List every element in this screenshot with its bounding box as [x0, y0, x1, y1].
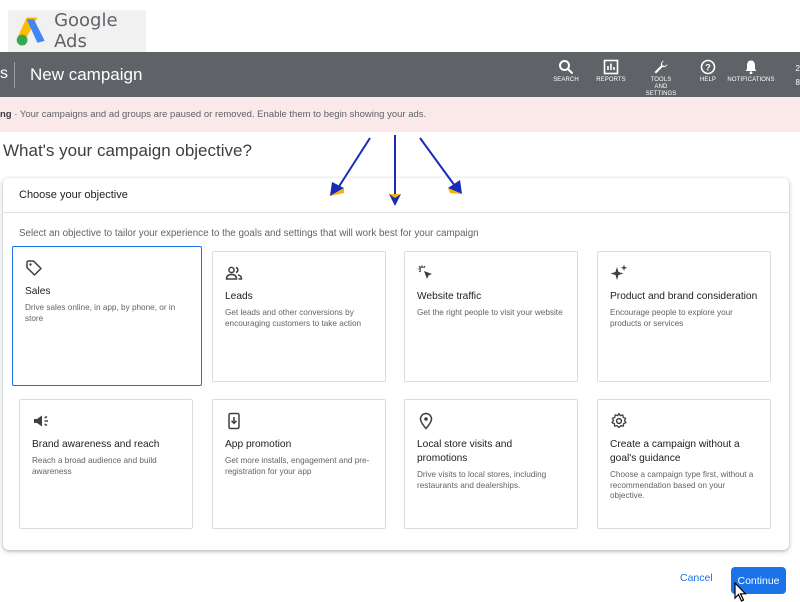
search-icon: [559, 60, 574, 75]
tile-desc: Reach a broad audience and build awarene…: [32, 456, 157, 476]
breadcrumb-fragment[interactable]: s: [0, 65, 8, 83]
top-header: s New campaign SEARCH REPORTS TOOLS AND …: [0, 52, 800, 97]
objective-tile-website-traffic[interactable]: Website traffic Get the right people to …: [404, 251, 578, 382]
location-pin-icon: [419, 412, 433, 430]
tile-desc: Get leads and other conversions by encou…: [225, 308, 362, 328]
sparkle-icon: [610, 264, 628, 280]
objective-heading: What's your campaign objective?: [3, 141, 252, 160]
tile-name: Brand awareness and reach: [32, 439, 160, 450]
header-divider: [14, 62, 15, 88]
nav-notifications-label: NOTIFICATIONS: [727, 77, 775, 83]
objective-tile-sales[interactable]: Sales Drive sales online, in app, by pho…: [12, 246, 202, 386]
help-icon: ?: [700, 59, 716, 75]
cancel-button[interactable]: Cancel: [680, 572, 713, 584]
google-ads-logo-icon: [16, 17, 45, 46]
nav-reports-label: REPORTS: [596, 77, 626, 83]
tile-name: Product and brand consideration: [610, 291, 758, 302]
wrench-icon: [654, 60, 668, 74]
mouse-cursor-icon: [734, 582, 747, 602]
phone-app-icon: [228, 412, 240, 430]
objective-tile-leads[interactable]: Leads Get leads and other conversions by…: [212, 251, 386, 382]
tile-name: Sales: [25, 286, 51, 297]
alert-text: · Your campaigns and ad groups are pause…: [11, 109, 427, 120]
objective-tile-app-promotion[interactable]: App promotion Get more installs, engagem…: [212, 399, 386, 529]
gear-icon: [611, 412, 627, 429]
tile-name: Website traffic: [417, 291, 482, 302]
tile-name: Local store visits and promotions: [417, 439, 513, 464]
tile-desc: Drive visits to local stores, including …: [417, 470, 547, 490]
alert-bold: ng: [0, 109, 12, 120]
svg-text:?: ?: [705, 63, 711, 73]
tile-desc: Encourage people to explore your product…: [610, 308, 733, 328]
tile-desc: Get the right people to visit your websi…: [417, 308, 563, 317]
tile-desc: Get more installs, engagement and pre-re…: [225, 456, 370, 476]
megaphone-icon: [34, 415, 48, 427]
objective-tile-no-goal[interactable]: Create a campaign without a goal's guida…: [597, 399, 771, 529]
objective-card: Choose your objective Select an objectiv…: [3, 178, 789, 550]
account-fragment-2: 8: [795, 78, 800, 87]
objective-tile-product-brand[interactable]: Product and brand consideration Encourag…: [597, 251, 771, 382]
reports-icon: [603, 59, 619, 75]
page-title: New campaign: [30, 65, 143, 84]
objective-tile-brand-awareness[interactable]: Brand awareness and reach Reach a broad …: [19, 399, 193, 529]
bell-icon: [745, 60, 757, 75]
card-description: Select an objective to tailor your exper…: [19, 228, 479, 239]
tag-icon: [26, 260, 42, 276]
people-icon: [225, 266, 243, 280]
card-divider: [3, 212, 789, 213]
nav-tools-label: TOOLS AND SETTINGS: [645, 77, 677, 97]
tile-name: Create a campaign without a goal's guida…: [610, 439, 740, 464]
logo-text: Google Ads: [54, 10, 118, 52]
click-icon: [418, 265, 432, 279]
account-fragment-1: 2: [795, 64, 800, 73]
card-title: Choose your objective: [19, 189, 128, 201]
account-info[interactable]: 2 8: [796, 62, 800, 90]
alert-banner: ng · Your campaigns and ad groups are pa…: [0, 97, 800, 132]
tile-desc: Drive sales online, in app, by phone, or…: [25, 303, 176, 323]
tile-name: App promotion: [225, 439, 292, 450]
tile-desc: Choose a campaign type first, without a …: [610, 470, 754, 500]
logo-strip: Google Ads: [0, 0, 800, 52]
objective-tile-local-store[interactable]: Local store visits and promotions Drive …: [404, 399, 578, 529]
google-ads-logo: Google Ads: [8, 10, 146, 52]
nav-notifications[interactable]: NOTIFICATIONS: [723, 59, 779, 84]
tile-name: Leads: [225, 291, 253, 302]
nav-reports[interactable]: REPORTS: [583, 59, 639, 84]
